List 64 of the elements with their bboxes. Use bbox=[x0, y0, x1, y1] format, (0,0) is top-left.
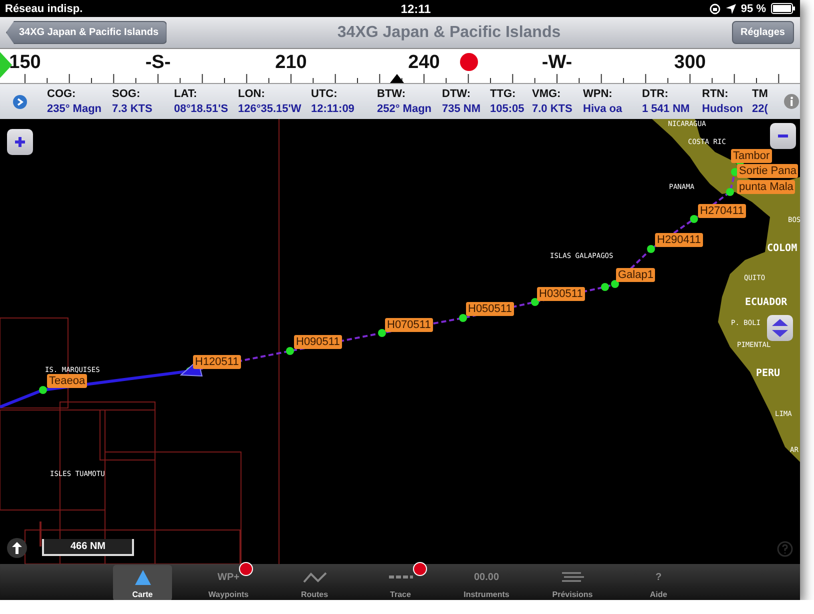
data-value: 1 541 NM bbox=[642, 103, 691, 115]
data-label: TM bbox=[752, 88, 769, 100]
data-value: 7.3 KTS bbox=[112, 103, 154, 115]
battery-percent: 95 % bbox=[740, 2, 766, 14]
data-value: 126°35.15'W bbox=[238, 103, 302, 115]
compass-heading-label: 300 bbox=[674, 52, 706, 74]
data-value: 252° Magn bbox=[377, 103, 433, 115]
tab-item[interactable]: WP+ Waypoints bbox=[199, 565, 258, 600]
data-label: LON: bbox=[238, 88, 266, 100]
data-label: DTW: bbox=[442, 88, 472, 100]
data-label: DTR: bbox=[642, 88, 670, 100]
data-label: LAT: bbox=[174, 88, 198, 100]
scale-bar: 466 NM bbox=[42, 539, 134, 556]
waypoint-label: H030511 bbox=[537, 287, 585, 301]
waypoint-label: Teaeoa bbox=[47, 374, 88, 388]
window-title: 34XG Japan & Pacific Islands bbox=[337, 24, 561, 42]
compass-heading-label: -S- bbox=[145, 52, 171, 74]
tab-item[interactable]: ? Aide bbox=[629, 565, 688, 600]
data-label: RTN: bbox=[702, 88, 730, 100]
data-value: Hiva oa bbox=[583, 103, 624, 115]
data-label: COG: bbox=[47, 88, 77, 100]
tab-item[interactable]: Prévisions bbox=[543, 565, 602, 600]
tab-icon-text: ? bbox=[655, 572, 662, 582]
back-button[interactable]: 34XG Japan & Pacific Islands bbox=[6, 21, 167, 44]
data-value: Hudson bbox=[702, 103, 744, 115]
waypoint-label: punta Mala bbox=[737, 180, 796, 194]
data-label: BTW: bbox=[377, 88, 407, 100]
data-label: VMG: bbox=[532, 88, 562, 100]
data-value: 105:05 bbox=[490, 103, 526, 115]
tab-item[interactable]: Routes bbox=[285, 565, 344, 600]
data-value: 7.0 KTS bbox=[532, 103, 574, 115]
data-value: 08°18.51'S bbox=[174, 103, 230, 115]
data-value: 735 NM bbox=[442, 103, 482, 115]
waypoint-label: Galap1 bbox=[616, 268, 656, 282]
waypoint-label: Tambor bbox=[731, 149, 772, 163]
waypoint-label: H090511 bbox=[294, 335, 342, 349]
data-value: 22( bbox=[752, 103, 769, 115]
waypoint-label: H050511 bbox=[466, 302, 514, 316]
waypoint-label: H070511 bbox=[385, 318, 433, 332]
data-value: 12:11:09 bbox=[311, 103, 356, 115]
compass-heading-label: 210 bbox=[275, 52, 307, 74]
clock-text: 12:11 bbox=[400, 2, 431, 16]
tab-item[interactable]: Trace bbox=[371, 565, 430, 600]
data-label: TTG: bbox=[490, 88, 517, 100]
compass-heading-label: 150 bbox=[9, 52, 41, 74]
waypoint-label: Sortie Pana bbox=[737, 164, 798, 178]
place-name: ECUADOR bbox=[745, 297, 788, 308]
tab-item[interactable]: 00.00 Instruments bbox=[457, 565, 516, 600]
tab-item[interactable]: Carte bbox=[113, 565, 172, 600]
compass-heading-label: 240 bbox=[408, 52, 440, 74]
waypoint-label: H270411 bbox=[698, 204, 746, 218]
carrier-text: Réseau indisp. bbox=[5, 2, 83, 14]
data-label: UTC: bbox=[311, 88, 338, 100]
data-label: SOG: bbox=[112, 88, 142, 100]
waypoint-label: H290411 bbox=[655, 233, 703, 247]
settings-button[interactable]: Réglages bbox=[732, 21, 794, 44]
place-name: PERU bbox=[756, 368, 780, 379]
tab-icon-text: 00.00 bbox=[474, 572, 500, 582]
place-name: COLOM bbox=[767, 243, 798, 254]
waypoint-label: H120511 bbox=[193, 355, 241, 369]
data-label: WPN: bbox=[583, 88, 614, 100]
tab-icon-text: WP+ bbox=[218, 572, 240, 582]
compass-heading-label: -W- bbox=[542, 52, 572, 74]
data-value: 235° Magn bbox=[47, 103, 103, 115]
